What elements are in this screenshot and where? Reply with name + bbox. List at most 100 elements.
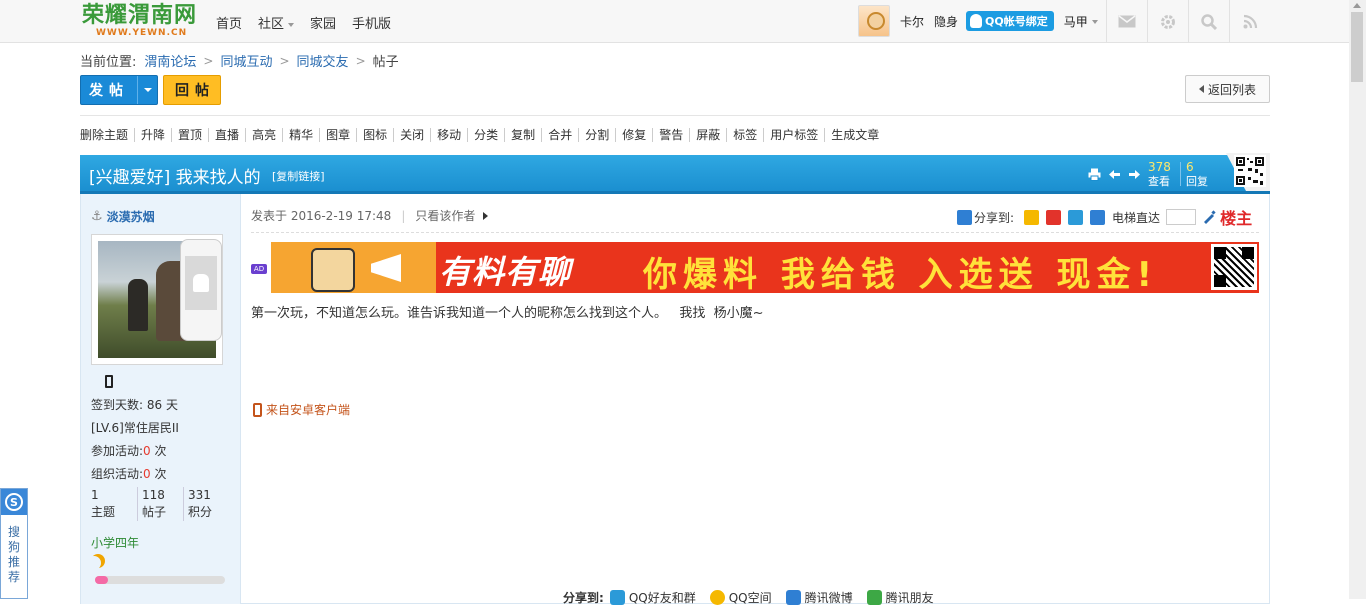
author-name[interactable]: ⚓ 淡漠苏烟 (91, 208, 155, 225)
vertical-scrollbar[interactable] (1349, 0, 1366, 599)
mod-highlight[interactable]: 高亮 (246, 128, 284, 142)
mail-icon[interactable] (1106, 0, 1147, 43)
share-qq-friends[interactable]: QQ好友和群 (609, 589, 696, 606)
majia-menu[interactable]: 马甲 (1064, 13, 1098, 30)
qzone-icon[interactable] (1024, 209, 1040, 225)
scrollbar-thumb[interactable] (1351, 12, 1363, 82)
share-label: 分享到: (974, 210, 1015, 225)
anchor-icon: ⚓ (91, 209, 103, 224)
share-qzone[interactable]: QQ空间 (709, 589, 772, 606)
mod-close[interactable]: 关闭 (394, 128, 432, 142)
mod-block[interactable]: 屏蔽 (690, 128, 728, 142)
breadcrumb-item-dating[interactable]: 同城交友 (297, 51, 349, 70)
qq-bind-label: QQ帐号绑定 (985, 15, 1048, 28)
qr-code[interactable] (1226, 153, 1270, 191)
site-logo[interactable]: 荣耀渭南网 WWW.YEWN.CN (82, 2, 204, 40)
mod-merge[interactable]: 合并 (542, 128, 580, 142)
username-link[interactable]: 卡尔 (900, 13, 924, 30)
qq-icon (609, 590, 625, 605)
chevron-right-icon: > (355, 53, 366, 68)
mod-icon[interactable]: 图标 (357, 128, 395, 142)
new-post-button[interactable]: 发帖 (80, 75, 158, 105)
new-post-label: 发帖 (89, 83, 129, 99)
mod-warn[interactable]: 警告 (653, 128, 691, 142)
thread-tools (1088, 168, 1141, 181)
post-dropdown-toggle[interactable] (137, 76, 157, 104)
avatar[interactable] (858, 5, 890, 37)
rss-icon[interactable] (1229, 0, 1270, 43)
stat-posts[interactable]: 118 帖子 (137, 487, 183, 521)
mod-user-tags[interactable]: 用户标签 (764, 128, 826, 142)
mod-copy[interactable]: 复制 (505, 128, 543, 142)
android-icon (193, 274, 209, 292)
thread-header: [兴趣爱好] 我来找人的 [复制链接] 378 查看 6 回复 (80, 153, 1270, 194)
qq-bind-button[interactable]: QQ帐号绑定 (966, 11, 1054, 31)
chevron-down-icon (143, 88, 152, 92)
sogou-widget[interactable]: S 搜狗推荐 (0, 488, 28, 599)
plus-icon[interactable] (957, 209, 972, 225)
ad-banner[interactable]: 有料有聊 你爆料 我给钱 入选送 现金! (271, 242, 1259, 293)
pen-icon[interactable] (1202, 210, 1216, 224)
mod-move[interactable]: 移动 (431, 128, 469, 142)
mod-stamp[interactable]: 图章 (320, 128, 358, 142)
nav-home-garden[interactable]: 家园 (310, 13, 336, 32)
pengyou-icon[interactable] (1068, 209, 1084, 225)
from-android-client[interactable]: 来自安卓客户端 (253, 401, 350, 418)
mod-sticky[interactable]: 置顶 (172, 128, 210, 142)
share-tencent-friends[interactable]: 腾讯朋友 (866, 589, 934, 606)
author-avatar[interactable] (91, 234, 223, 365)
mod-delete[interactable]: 删除主题 (80, 128, 136, 142)
logo-text: 荣耀渭南网 (82, 2, 198, 28)
top-icon-bar (1106, 0, 1270, 43)
nav-mobile[interactable]: 手机版 (352, 13, 391, 32)
user-area: 卡尔 隐身 QQ帐号绑定 马甲 (858, 5, 1098, 37)
mod-split[interactable]: 分割 (579, 128, 617, 142)
leaf-icon (866, 590, 882, 605)
breadcrumb-item-current: 帖子 (372, 55, 399, 70)
nav-community[interactable]: 社区 (258, 13, 295, 32)
share-tencent-weibo[interactable]: 腾讯微博 (785, 589, 853, 606)
gear-icon[interactable] (1147, 0, 1188, 43)
mod-live[interactable]: 直播 (209, 128, 247, 142)
weibo-icon[interactable] (1046, 209, 1062, 225)
stat-threads[interactable]: 1 主题 (91, 487, 137, 521)
mod-category[interactable]: 分类 (468, 128, 506, 142)
caret-right-icon (483, 211, 489, 220)
sogou-logo-letter: S (5, 493, 23, 511)
back-to-list-button[interactable]: 返回列表 (1185, 75, 1270, 103)
nav-community-label: 社区 (258, 17, 285, 32)
print-icon[interactable] (1088, 168, 1101, 181)
only-author-link[interactable]: 只看该作者 (415, 207, 475, 224)
post-body: 第一次玩，不知道怎么玩。谁告诉我知道一个人的昵称怎么找到这个人。 我找 杨小魔~ (251, 306, 764, 321)
user-level[interactable]: [LV.6]常住居民II (91, 419, 179, 436)
nav-home[interactable]: 首页 (216, 13, 242, 32)
reply-count-label: 回复 (1186, 175, 1208, 188)
prev-thread-icon[interactable] (1108, 168, 1121, 181)
breadcrumb-item-interaction[interactable]: 同城互动 (220, 51, 272, 70)
mod-generate-article[interactable]: 生成文章 (825, 128, 885, 142)
sogou-logo-icon: S (1, 489, 27, 515)
stat-value: 1 (91, 488, 99, 502)
share-toolbar: 分享到: 电梯直达 楼主 (957, 205, 1252, 229)
mod-repair[interactable]: 修复 (616, 128, 654, 142)
activities-joined: 参加活动:0 次 (91, 442, 167, 459)
stat-label: 主题 (91, 505, 116, 519)
qzone-icon (709, 590, 725, 605)
search-icon[interactable] (1188, 0, 1229, 43)
elevator-label: 电梯直达 (1112, 210, 1161, 225)
renren-icon[interactable] (1090, 209, 1106, 225)
person-figure (128, 279, 148, 331)
copy-link[interactable]: [复制链接] (272, 168, 325, 184)
invisible-toggle[interactable]: 隐身 (934, 13, 958, 30)
breadcrumb-item-forum[interactable]: 渭南论坛 (144, 51, 196, 70)
reply-button[interactable]: 回帖 (163, 75, 221, 105)
mod-bump[interactable]: 升降 (135, 128, 173, 142)
mod-digest[interactable]: 精华 (283, 128, 321, 142)
thread-title: [兴趣爱好] 我来找人的 (89, 168, 261, 188)
floor-jump-input[interactable] (1166, 209, 1197, 225)
next-thread-icon[interactable] (1128, 168, 1141, 181)
stat-credits[interactable]: 331 积分 (183, 487, 229, 521)
scroll-up-icon[interactable] (1353, 3, 1361, 8)
phone-icon (253, 402, 262, 417)
mod-tags[interactable]: 标签 (727, 128, 765, 142)
